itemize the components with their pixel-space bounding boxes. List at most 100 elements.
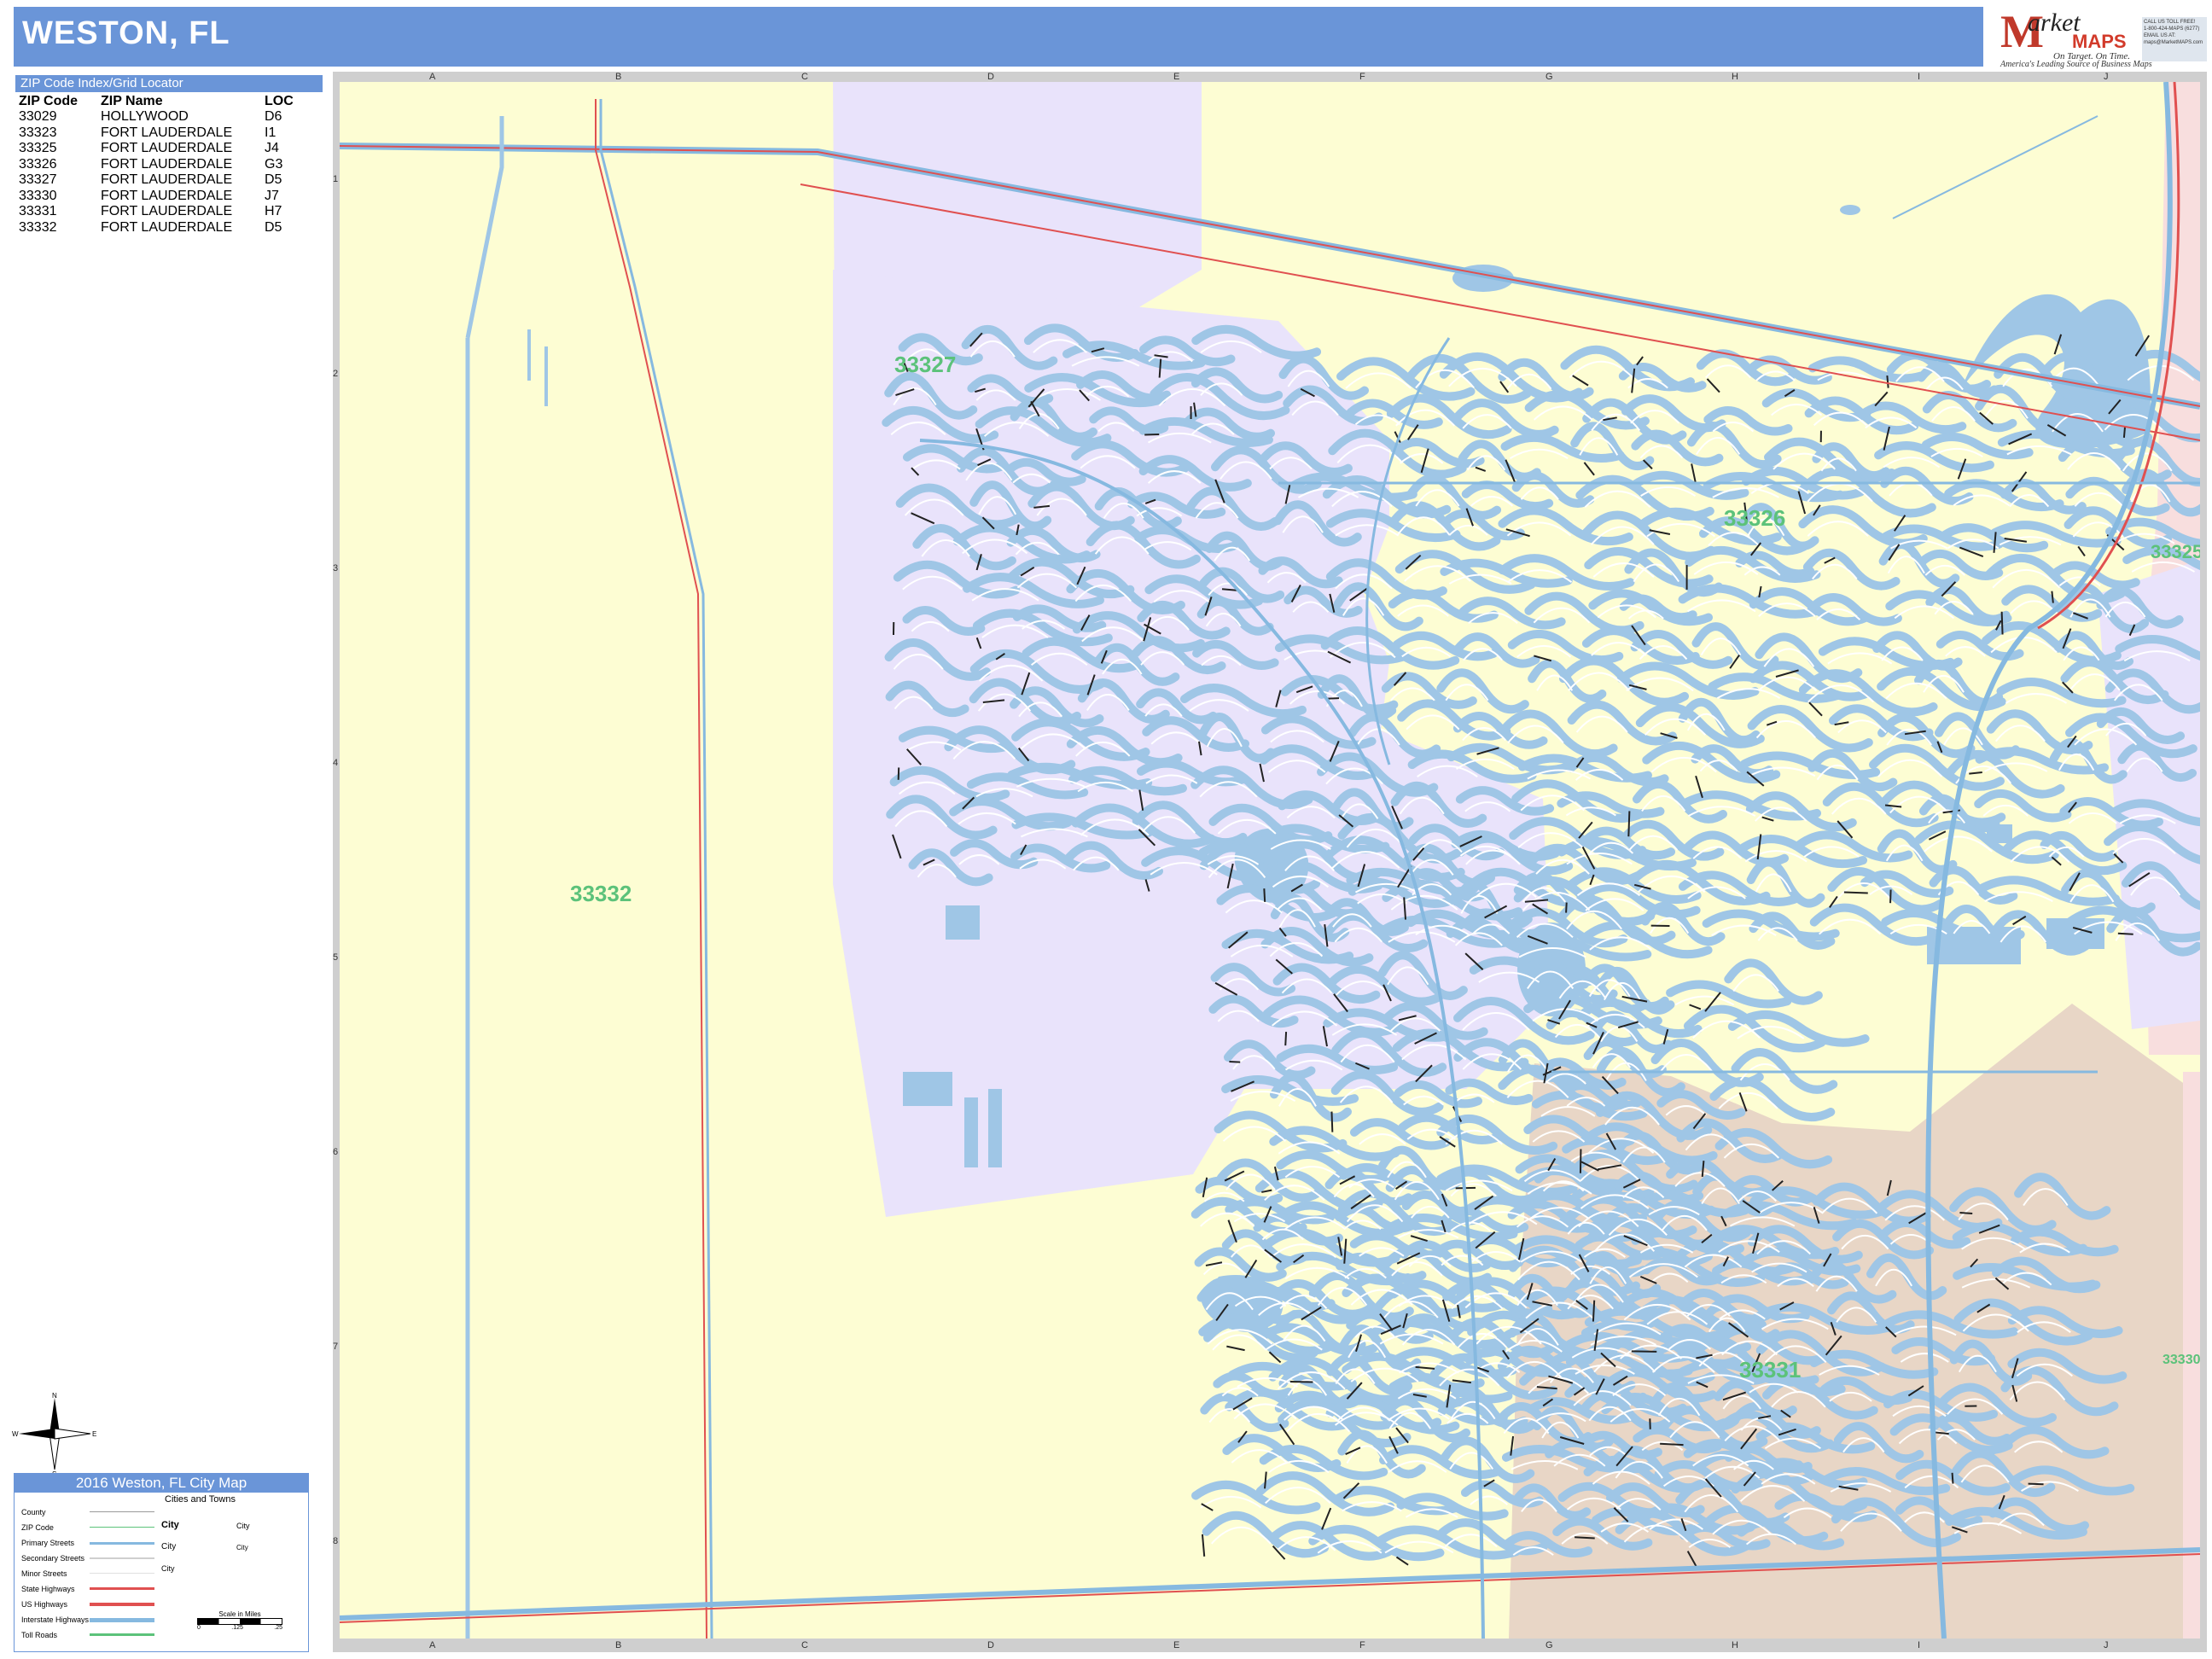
scale-tick: .25 [274,1625,282,1631]
zip-index-header: ZIP Code Index/Grid Locator [15,75,323,92]
contact-line: 1-800-424-MAPS (6277) [2144,26,2200,32]
grid-column-label: D [987,72,994,82]
legend-title: 2016 Weston, FL City Map [15,1474,308,1493]
legend-item-secondary: Secondary Streets [21,1554,85,1563]
grid-row-label: 2 [333,369,339,379]
compass-n: N [52,1392,57,1400]
market-maps-logo: M arket MAPS On Target. On Time. America… [1994,5,2152,70]
grid-column-label: H [1732,1640,1738,1650]
legend-swatch-us [90,1603,154,1606]
zip-code-cell: 33327 [19,172,57,187]
zip-index-table: ZIP Code ZIP Name LOC 33029 HOLLYWOOD D6 33… [15,94,323,236]
zip-table-row: 33327 FORT LAUDERDALE D5 [15,172,323,189]
street-label-mark [892,621,895,635]
zip-loc-cell: D5 [265,219,282,235]
scale-tick: .125 [231,1625,243,1631]
legend-item-state: State Highways [21,1585,75,1593]
legend-swatch-interstate [90,1618,154,1622]
zip-table-row: 33326 FORT LAUDERDALE G3 [15,157,323,173]
zip-table-row: 33331 FORT LAUDERDALE H7 [15,204,323,220]
contact-line: CALL US TOLL FREE! [2144,20,2196,25]
legend-item-toll: Toll Roads [21,1631,58,1639]
grid-column-label: E [1173,72,1180,82]
grid-column-label: B [615,1640,622,1650]
zip-name-cell: FORT LAUDERDALE [101,125,233,140]
zip-name-cell: FORT LAUDERDALE [101,204,233,218]
zip-table-row: 33332 FORT LAUDERDALE D5 [15,220,323,236]
grid-column-label: A [429,72,436,82]
zip-loc-cell: J4 [265,141,279,155]
zip-table-row: 33325 FORT LAUDERDALE J4 [15,141,323,157]
grid-column-label: D [987,1640,994,1650]
legend-item-minor: Minor Streets [21,1569,67,1578]
legend-city-tiny: City [236,1544,248,1551]
contact-line: maps@MarketMAPS.com [2144,40,2203,45]
zip-table-header-row: ZIP Code ZIP Name LOC [15,94,323,109]
scale-tick: 0 [197,1625,201,1631]
legend-item-us: US Highways [21,1600,68,1609]
zip-label-33325: 33325 [2151,541,2200,562]
scale-ticks: 0 .125 .25 [197,1625,282,1631]
zip-label-33326: 33326 [1724,505,1785,531]
grid-column-label: C [801,1640,808,1650]
legend-city-small-2: City [161,1564,175,1573]
grid-column-label: J [2104,72,2109,82]
grid-column-label: I [1918,1640,1921,1650]
grid-row-label: 5 [333,952,339,963]
grid-column-label: F [1359,72,1365,82]
legend-swatch-secondary [90,1557,154,1559]
logo-subtitle: America's Leading Source of Business Map… [2000,60,2152,69]
grid-column-label: F [1359,1640,1365,1650]
street-label-mark [1965,1405,1977,1407]
street-label-mark [1190,406,1192,420]
zip-name-cell: FORT LAUDERDALE [101,172,233,187]
scale-title: Scale in Miles [218,1610,261,1618]
zip-table-row: 33323 FORT LAUDERDALE I1 [15,125,323,142]
water-body [527,329,531,381]
scale-bar: Scale in Miles 0 .125 .25 [197,1610,282,1631]
grid-row-label: 6 [333,1147,339,1157]
zip-label-33332: 33332 [570,881,632,906]
zip-loc-cell: I1 [265,125,276,140]
water-body [1840,205,1860,215]
legend-swatch-minor [90,1573,154,1574]
legend-city-large: City [161,1520,179,1530]
map-canvas[interactable]: 33332 33327 33326 33331 33330 33325 [340,82,2200,1639]
map-frame: AABBCCDDEEFFGGHHIIJJ12345678 33332 33327… [333,72,2207,1652]
legend-city-medium: City [161,1542,177,1551]
water-body [988,1089,1002,1167]
compass-rose: N S E W [12,1391,97,1478]
compass-w: W [12,1430,19,1438]
scale-bar-graphic [197,1618,282,1625]
legend-item-interstate: Interstate Highways [21,1615,90,1624]
zip-name-cell: FORT LAUDERDALE [101,156,233,172]
map-title: WESTON, FL [22,15,230,51]
legend-item-county: County [21,1508,46,1516]
legend-cities-title: Cities and Towns [165,1494,236,1505]
compass-needle-east [54,1428,91,1440]
zip-loc-cell: D6 [265,109,282,124]
zip-name-cell: FORT LAUDERDALE [101,188,233,203]
legend-swatch-zip [90,1527,154,1528]
grid-column-label: I [1918,72,1921,82]
grid-column-label: J [2104,1640,2109,1650]
zip-name-cell: HOLLYWOOD [101,109,189,124]
contact-line: EMAIL US AT: [2144,33,2176,38]
zip-loc-cell: H7 [265,204,282,218]
zip-code-cell: 33330 [19,188,57,203]
zip-index-panel: ZIP Code Index/Grid Locator ZIP Code ZIP… [15,75,323,236]
grid-column-label: H [1732,72,1738,82]
street-label-mark [1685,565,1688,590]
legend-swatch-toll [90,1633,154,1636]
grid-column-label: G [1545,72,1553,82]
zip-code-cell: 33323 [19,125,57,140]
zip-code-cell: 33029 [19,109,57,124]
column-header: ZIP Code [19,94,79,108]
zip-loc-cell: D5 [265,172,282,187]
water-body [946,905,980,940]
zip-code-cell: 33332 [19,219,57,235]
water-body [544,346,548,406]
street-label-mark [1650,924,1670,928]
grid-column-label: E [1173,1640,1180,1650]
title-bar: WESTON, FL [14,7,1983,67]
